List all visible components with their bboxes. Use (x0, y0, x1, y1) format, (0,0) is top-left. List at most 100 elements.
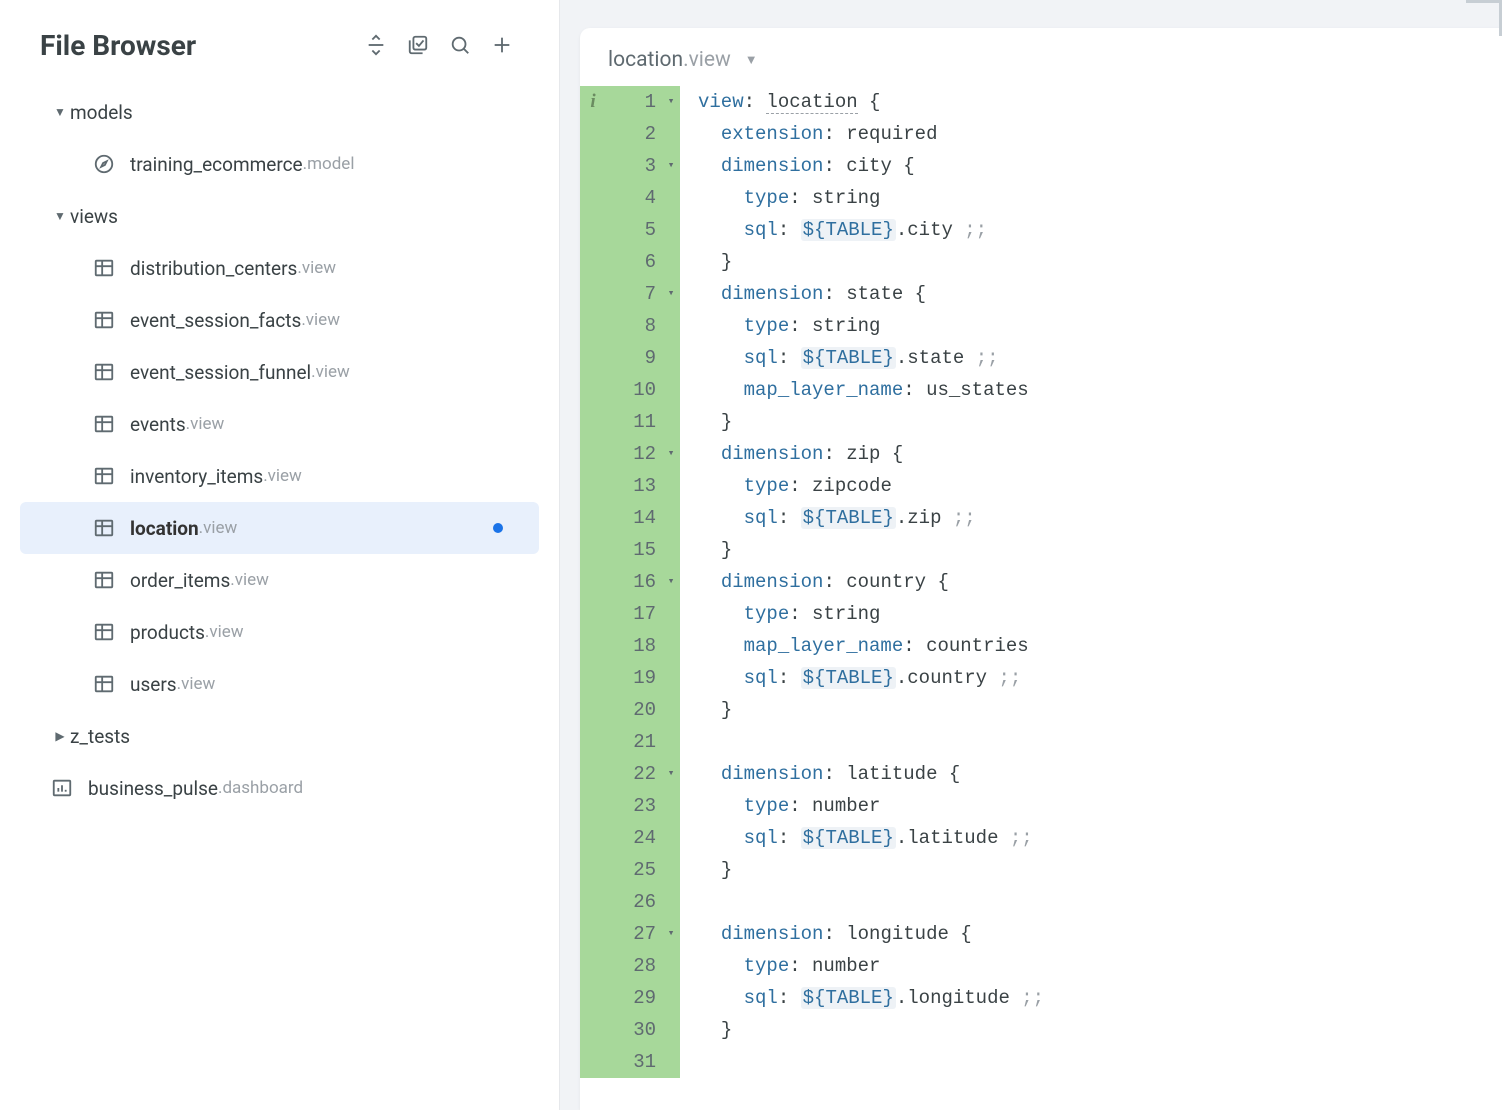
code-line[interactable]: 12▾ dimension: zip { (580, 438, 1044, 470)
fold-gutter[interactable] (662, 694, 680, 726)
code-line[interactable]: 24 sql: ${TABLE}.latitude ;; (580, 822, 1044, 854)
fold-gutter[interactable] (662, 118, 680, 150)
search-icon[interactable] (443, 28, 477, 62)
code-cell[interactable]: view: location { (680, 86, 1044, 118)
info-gutter[interactable] (580, 438, 606, 470)
resize-corner-icon[interactable] (1466, 0, 1502, 36)
code-cell[interactable]: extension: required (680, 118, 1044, 150)
file-row[interactable]: business_pulse.dashboard (20, 762, 539, 814)
fold-gutter[interactable] (662, 982, 680, 1014)
code-cell[interactable]: } (680, 406, 1044, 438)
code-cell[interactable] (680, 726, 1044, 758)
code-line[interactable]: 25 } (580, 854, 1044, 886)
fold-gutter[interactable] (662, 822, 680, 854)
fold-gutter[interactable]: ▾ (662, 150, 680, 182)
code-line[interactable]: 11 } (580, 406, 1044, 438)
code-line[interactable]: 21 (580, 726, 1044, 758)
code-line[interactable]: 9 sql: ${TABLE}.state ;; (580, 342, 1044, 374)
code-cell[interactable]: dimension: zip { (680, 438, 1044, 470)
code-line[interactable]: 19 sql: ${TABLE}.country ;; (580, 662, 1044, 694)
code-cell[interactable]: dimension: longitude { (680, 918, 1044, 950)
code-line[interactable]: 22▾ dimension: latitude { (580, 758, 1044, 790)
info-gutter[interactable] (580, 854, 606, 886)
info-gutter[interactable] (580, 342, 606, 374)
code-line[interactable]: 29 sql: ${TABLE}.longitude ;; (580, 982, 1044, 1014)
file-row[interactable]: event_session_facts.view (20, 294, 539, 346)
fold-gutter[interactable] (662, 854, 680, 886)
fold-gutter[interactable] (662, 790, 680, 822)
code-cell[interactable]: sql: ${TABLE}.longitude ;; (680, 982, 1044, 1014)
code-line[interactable]: 7▾ dimension: state { (580, 278, 1044, 310)
bulk-select-icon[interactable] (401, 28, 435, 62)
fold-gutter[interactable] (662, 182, 680, 214)
info-gutter[interactable] (580, 662, 606, 694)
folder-models[interactable]: ▼ models (20, 86, 539, 138)
info-gutter[interactable] (580, 534, 606, 566)
fold-gutter[interactable] (662, 310, 680, 342)
code-line[interactable]: 4 type: string (580, 182, 1044, 214)
code-cell[interactable]: sql: ${TABLE}.zip ;; (680, 502, 1044, 534)
fold-gutter[interactable] (662, 886, 680, 918)
editor-tab[interactable]: location.view ▼ (608, 48, 758, 72)
fold-gutter[interactable] (662, 598, 680, 630)
info-gutter[interactable] (580, 502, 606, 534)
code-cell[interactable]: type: string (680, 182, 1044, 214)
fold-gutter[interactable]: ▾ (662, 566, 680, 598)
add-icon[interactable] (485, 28, 519, 62)
info-gutter[interactable] (580, 822, 606, 854)
fold-gutter[interactable]: ▾ (662, 918, 680, 950)
code-line[interactable]: i1▾view: location { (580, 86, 1044, 118)
code-line[interactable]: 31 (580, 1046, 1044, 1078)
info-gutter[interactable] (580, 374, 606, 406)
code-cell[interactable]: type: string (680, 598, 1044, 630)
code-line[interactable]: 28 type: number (580, 950, 1044, 982)
code-editor[interactable]: i1▾view: location {2 extension: required… (580, 86, 1502, 1110)
code-cell[interactable] (680, 886, 1044, 918)
info-gutter[interactable] (580, 790, 606, 822)
file-row[interactable]: order_items.view (20, 554, 539, 606)
info-gutter[interactable] (580, 470, 606, 502)
code-line[interactable]: 20 } (580, 694, 1044, 726)
code-cell[interactable]: dimension: latitude { (680, 758, 1044, 790)
code-cell[interactable]: dimension: city { (680, 150, 1044, 182)
code-line[interactable]: 16▾ dimension: country { (580, 566, 1044, 598)
info-gutter[interactable] (580, 566, 606, 598)
fold-gutter[interactable] (662, 726, 680, 758)
info-gutter[interactable] (580, 758, 606, 790)
fold-gutter[interactable] (662, 246, 680, 278)
code-cell[interactable]: sql: ${TABLE}.country ;; (680, 662, 1044, 694)
file-row[interactable]: users.view (20, 658, 539, 710)
collapse-all-icon[interactable] (359, 28, 393, 62)
code-cell[interactable]: } (680, 1014, 1044, 1046)
code-cell[interactable]: } (680, 534, 1044, 566)
info-gutter[interactable] (580, 982, 606, 1014)
fold-gutter[interactable] (662, 630, 680, 662)
code-line[interactable]: 3▾ dimension: city { (580, 150, 1044, 182)
info-gutter[interactable] (580, 950, 606, 982)
fold-gutter[interactable] (662, 406, 680, 438)
info-gutter[interactable] (580, 1046, 606, 1078)
folder-ztests[interactable]: ▶ z_tests (20, 710, 539, 762)
info-gutter[interactable] (580, 214, 606, 246)
info-gutter[interactable] (580, 150, 606, 182)
file-row[interactable]: location.view (20, 502, 539, 554)
info-gutter[interactable] (580, 726, 606, 758)
code-cell[interactable]: map_layer_name: us_states (680, 374, 1044, 406)
info-gutter[interactable] (580, 310, 606, 342)
info-gutter[interactable] (580, 246, 606, 278)
code-line[interactable]: 15 } (580, 534, 1044, 566)
code-line[interactable]: 2 extension: required (580, 118, 1044, 150)
info-gutter[interactable] (580, 694, 606, 726)
fold-gutter[interactable] (662, 502, 680, 534)
fold-gutter[interactable] (662, 1014, 680, 1046)
fold-gutter[interactable]: ▾ (662, 438, 680, 470)
code-line[interactable]: 10 map_layer_name: us_states (580, 374, 1044, 406)
code-cell[interactable]: } (680, 854, 1044, 886)
fold-gutter[interactable] (662, 662, 680, 694)
code-line[interactable]: 30 } (580, 1014, 1044, 1046)
code-cell[interactable]: type: string (680, 310, 1044, 342)
code-line[interactable]: 14 sql: ${TABLE}.zip ;; (580, 502, 1044, 534)
code-line[interactable]: 23 type: number (580, 790, 1044, 822)
info-gutter[interactable] (580, 630, 606, 662)
fold-gutter[interactable]: ▾ (662, 278, 680, 310)
